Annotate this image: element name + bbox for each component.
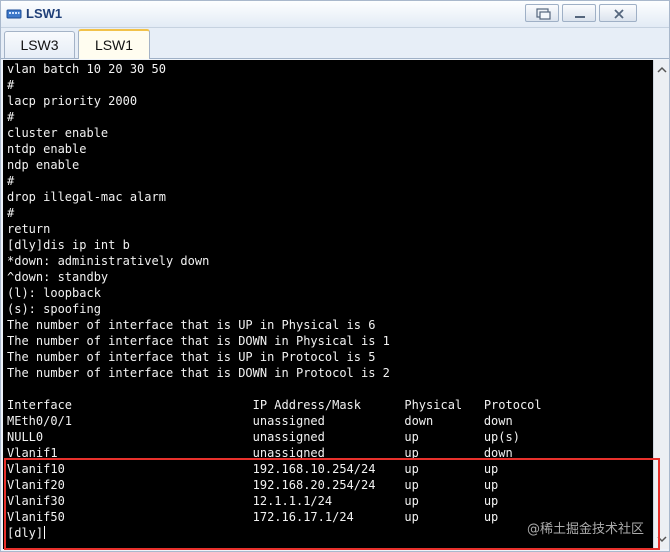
terminal-line: Vlanif1 unassigned up down (7, 446, 513, 460)
close-button[interactable] (599, 4, 637, 22)
title-bar[interactable]: LSW1 (1, 1, 669, 28)
window-title: LSW1 (26, 6, 63, 21)
terminal-line: ^down: standby (7, 270, 109, 284)
terminal-line: Vlanif30 12.1.1.1/24 up up (7, 494, 499, 508)
tab-bar: LSW3 LSW1 (1, 28, 669, 59)
terminal-line: ntdp enable (7, 142, 87, 156)
restore-icon (536, 8, 551, 20)
minimize-icon (575, 16, 585, 18)
switch-icon (6, 9, 22, 19)
terminal-line: *down: administratively down (7, 254, 210, 268)
tab-lsw1[interactable]: LSW1 (78, 29, 150, 59)
scroll-up-icon[interactable] (654, 62, 670, 78)
minimize-button[interactable] (562, 4, 596, 22)
watermark: @稀土掘金技术社区 (527, 522, 645, 537)
terminal-line: vlan batch 10 20 30 50 (7, 62, 166, 76)
text-cursor (44, 526, 46, 539)
vertical-scrollbar[interactable] (653, 60, 669, 549)
terminal-window: LSW1 LSW3 LSW1 vlan batch 10 20 30 50 # la… (0, 0, 670, 552)
terminal-line: # (7, 78, 15, 92)
terminal-line: # (7, 206, 15, 220)
terminal-line: NULL0 unassigned up up(s) (7, 430, 520, 444)
terminal-line: The number of interface that is UP in Ph… (7, 318, 376, 332)
terminal-line: cluster enable (7, 126, 109, 140)
terminal-line: (l): loopback (7, 286, 101, 300)
terminal-line: lacp priority 2000 (7, 94, 138, 108)
terminal-line: MEth0/0/1 unassigned down down (7, 414, 513, 428)
terminal-line: [dly] (7, 526, 46, 540)
terminal-line: return (7, 222, 51, 236)
close-icon (614, 9, 624, 19)
terminal-line: The number of interface that is DOWN in … (7, 366, 390, 380)
terminal-line: Vlanif20 192.168.20.254/24 up up (7, 478, 499, 492)
terminal-line: drop illegal-mac alarm (7, 190, 166, 204)
terminal-line: [dly]dis ip int b (7, 238, 130, 252)
terminal-line: Interface IP Address/Mask Physical Proto… (7, 398, 542, 412)
terminal-line: # (7, 174, 15, 188)
terminal-output[interactable]: vlan batch 10 20 30 50 # lacp priority 200… (3, 60, 653, 549)
terminal-line: (s): spoofing (7, 302, 101, 316)
terminal-line: The number of interface that is DOWN in … (7, 334, 390, 348)
terminal-line: The number of interface that is UP in Pr… (7, 350, 376, 364)
restore-button[interactable] (525, 4, 559, 22)
terminal-line: ndp enable (7, 158, 80, 172)
terminal-line: # (7, 110, 15, 124)
tab-lsw3[interactable]: LSW3 (4, 31, 75, 58)
terminal-line: Vlanif10 192.168.10.254/24 up up (7, 462, 499, 476)
scroll-down-icon[interactable] (654, 531, 670, 547)
terminal-line: Vlanif50 172.16.17.1/24 up up (7, 510, 499, 524)
